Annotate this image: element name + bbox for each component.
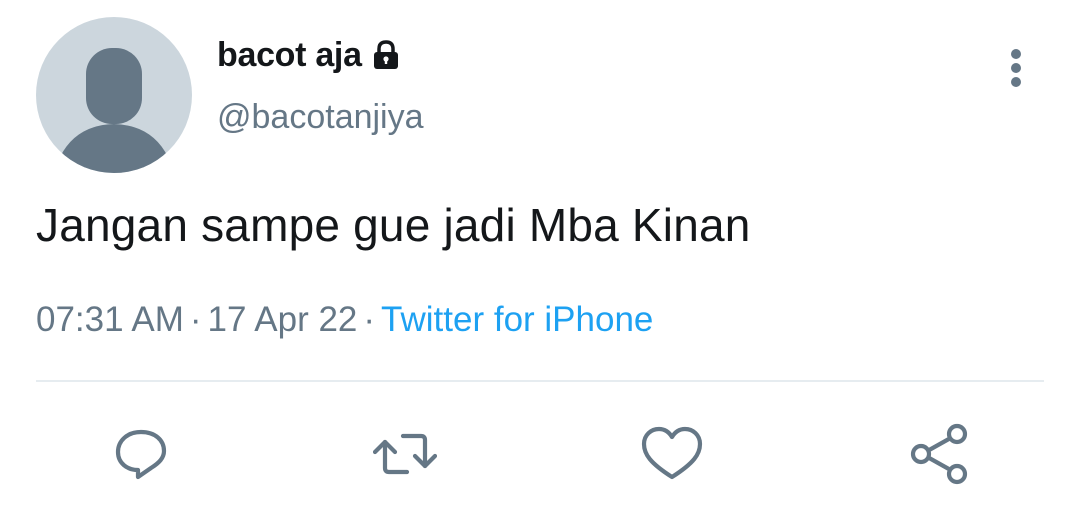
tweet-date[interactable]: 17 Apr 22 <box>208 300 358 339</box>
share-icon <box>910 423 968 485</box>
divider <box>36 380 1044 382</box>
display-name[interactable]: bacot aja <box>217 36 362 75</box>
lock-icon <box>370 39 402 71</box>
avatar[interactable] <box>36 17 192 173</box>
meta-separator: · <box>189 300 202 339</box>
tweet-meta: 07:31 AM · 17 Apr 22 · Twitter for iPhone <box>36 300 653 340</box>
tweet-time: 07:31 AM <box>36 300 184 339</box>
retweet-icon <box>373 433 437 475</box>
heart-icon <box>641 426 703 480</box>
tweet-source[interactable]: Twitter for iPhone <box>381 300 653 339</box>
like-button[interactable] <box>640 422 704 486</box>
more-vertical-icon <box>1011 49 1021 87</box>
share-button[interactable] <box>908 422 972 486</box>
meta-separator: · <box>363 300 376 339</box>
reply-icon <box>115 429 167 480</box>
more-options-button[interactable] <box>996 44 1036 92</box>
tweet-text: Jangan sampe gue jadi Mba Kinan <box>36 199 751 251</box>
default-avatar-icon <box>60 48 168 173</box>
retweet-button[interactable] <box>373 422 437 486</box>
display-name-row: bacot aja <box>217 34 402 76</box>
handle[interactable]: @bacotanjiya <box>217 98 424 137</box>
reply-button[interactable] <box>109 422 173 486</box>
